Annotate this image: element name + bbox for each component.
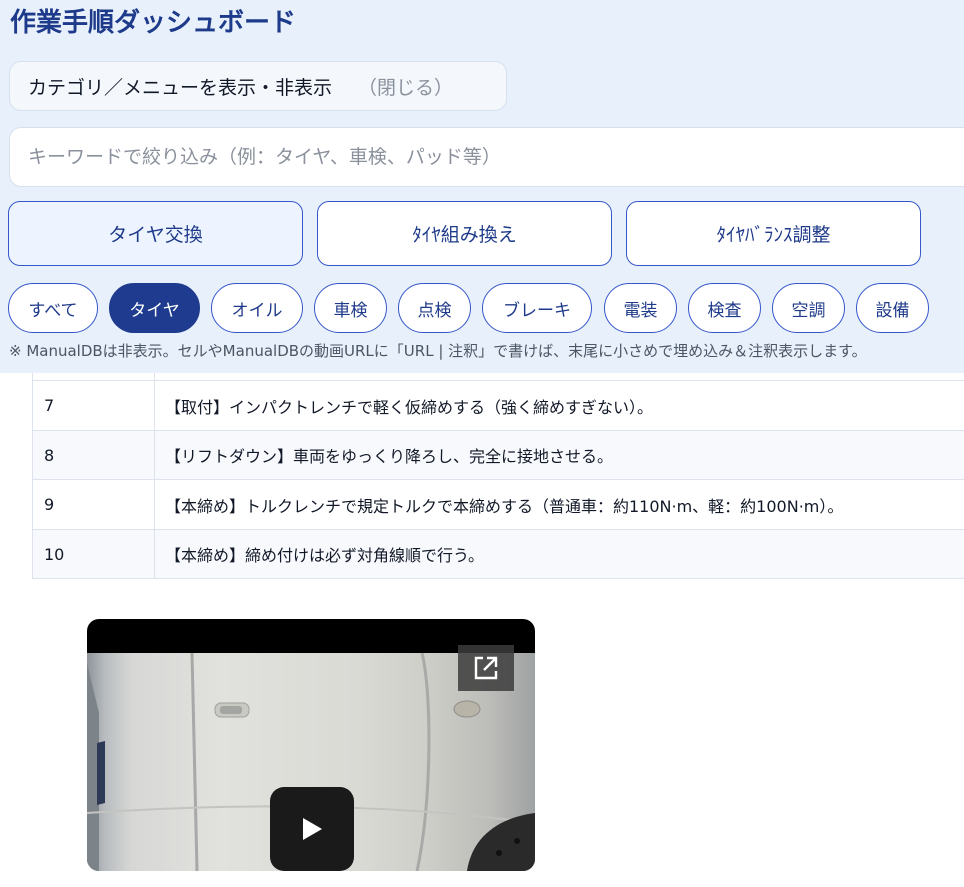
table-row: 9 【本締め】トルクレンチで規定トルクで本締めする（普通車：約110N·m、軽：… (32, 480, 964, 530)
video-player[interactable] (87, 619, 535, 871)
play-icon[interactable] (270, 787, 354, 871)
menu-button-tire-change[interactable]: タイヤ交換 (8, 201, 303, 266)
chip-check[interactable]: 点検 (398, 283, 471, 333)
step-number-cell (33, 373, 155, 380)
chip-oil[interactable]: オイル (211, 283, 303, 333)
menu-button-tire-balance[interactable]: ﾀｲﾔﾊﾞﾗﾝｽ調整 (626, 201, 921, 266)
step-number: 8 (33, 431, 155, 479)
chip-tire[interactable]: タイヤ (109, 283, 200, 333)
table-row: 8 【リフトダウン】車両をゆっくり降ろし、完全に接地させる。 (32, 431, 964, 480)
external-link-icon[interactable] (458, 645, 514, 691)
search-input[interactable] (9, 127, 964, 187)
chip-equipment[interactable]: 設備 (856, 283, 929, 333)
category-menu-toggle[interactable]: カテゴリ／メニューを表示・非表示 （閉じる） (9, 61, 507, 111)
menu-button-tire-remount[interactable]: ﾀｲﾔ組み換え (317, 201, 612, 266)
chip-inspection-shaken[interactable]: 車検 (314, 283, 387, 333)
step-number: 10 (33, 530, 155, 578)
step-text: 【リフトダウン】車両をゆっくり降ろし、完全に接地させる。 (165, 447, 614, 466)
content-panel: 7 【取付】インパクトレンチで軽く仮締めする（強く締めすぎない）。 8 【リフト… (0, 373, 964, 887)
toggle-label: カテゴリ／メニューを表示・非表示 (28, 76, 333, 99)
chip-aircon[interactable]: 空調 (772, 283, 845, 333)
step-number: 9 (33, 480, 155, 529)
table-row-partial (32, 373, 964, 381)
step-text: 【本締め】トルクレンチで規定トルクで本締めする（普通車：約110N·m、軽：約1… (165, 496, 844, 516)
step-text: 【本締め】締め付けは必ず対角線順で行う。 (165, 546, 485, 565)
step-number: 7 (33, 381, 155, 430)
chip-all[interactable]: すべて (8, 283, 98, 333)
page-title: 作業手順ダッシュボード (10, 8, 297, 38)
table-row: 10 【本締め】締め付けは必ず対角線順で行う。 (32, 530, 964, 579)
table-row: 7 【取付】インパクトレンチで軽く仮締めする（強く締めすぎない）。 (32, 381, 964, 431)
chip-examination[interactable]: 検査 (688, 283, 761, 333)
toggle-state: （閉じる） (358, 76, 454, 99)
chip-brake[interactable]: ブレーキ (482, 283, 592, 333)
step-text: 【取付】インパクトレンチで軽く仮締めする（強く締めすぎない）。 (165, 397, 654, 417)
usage-note: ※ ManualDBは非表示。セルやManualDBの動画URLに「URL | … (9, 342, 867, 360)
chip-electrical[interactable]: 電装 (604, 283, 677, 333)
